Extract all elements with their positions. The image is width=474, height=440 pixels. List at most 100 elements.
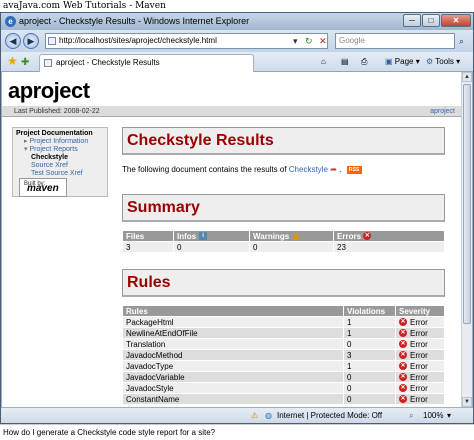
zoom-icon[interactable]: ⌕: [409, 411, 413, 421]
refresh-icon[interactable]: ↻: [305, 36, 313, 46]
error-icon: ✕: [399, 329, 407, 338]
banner-separator: - Maven: [129, 1, 166, 11]
notice-icon[interactable]: ⚠: [251, 411, 258, 421]
close-button[interactable]: ✕: [441, 14, 471, 27]
caption-bar: How do I generate a Checkstyle code styl…: [0, 424, 474, 440]
search-icon[interactable]: ⌕: [459, 36, 464, 47]
summary-errors: 23: [333, 241, 445, 253]
error-icon: ✕: [399, 384, 407, 393]
error-icon: ✕: [399, 340, 407, 349]
page-icon: [48, 37, 56, 45]
rule-name: Translation: [122, 338, 344, 350]
title-bar[interactable]: e aproject - Checkstyle Results - Window…: [1, 13, 473, 30]
table-row: PackageHtml 1 ✕ Error: [122, 316, 445, 328]
back-button[interactable]: ◀: [5, 33, 21, 49]
scroll-up-icon[interactable]: ▲: [462, 72, 472, 82]
favorites-star-icon[interactable]: ★: [7, 55, 18, 68]
tab-label: aproject - Checkstyle Results: [56, 58, 160, 67]
rule-severity: ✕ Error: [395, 316, 445, 328]
rules-header-row: Rules Violations Severity: [122, 305, 445, 317]
table-row: Translation 0 ✕ Error: [122, 338, 445, 350]
tab-bar: ★ ✚ aproject - Checkstyle Results ⌂ ▤ ⎙ …: [1, 52, 473, 72]
table-row: JavadocType 1 ✕ Error: [122, 360, 445, 372]
sidebar-item-project-information[interactable]: ▸ Project Information: [16, 138, 104, 146]
summary-header-row: Files Infos i Warnings Errors ✕: [122, 230, 445, 242]
zoom-level[interactable]: 100%: [423, 411, 443, 421]
summary-warnings: 0: [249, 241, 334, 253]
error-icon: ✕: [399, 373, 407, 382]
scroll-down-icon[interactable]: ▼: [462, 397, 472, 407]
dropdown-icon[interactable]: ▾: [293, 36, 298, 46]
url-text: http://localhost/sites/aproject/checksty…: [59, 36, 217, 45]
external-link-icon: ➦: [330, 165, 337, 174]
table-row: JavadocStyle 0 ✕ Error: [122, 382, 445, 394]
header-errors: Errors ✕: [333, 230, 445, 242]
intro-prefix: The following document contains the resu…: [122, 165, 287, 174]
page-viewport: aproject Last Published: 2008-02-22 apro…: [2, 72, 461, 407]
add-favorites-icon[interactable]: ✚: [21, 56, 29, 69]
search-input[interactable]: Google: [335, 33, 455, 49]
sidebar-item-source-xref[interactable]: Source Xref: [16, 162, 104, 170]
rule-violations: 0: [343, 371, 396, 383]
rss-icon[interactable]: RSS: [346, 165, 362, 174]
badge-maven-text: maven: [27, 183, 59, 194]
print-icon[interactable]: ⎙: [361, 56, 367, 68]
url-field[interactable]: http://localhost/sites/aproject/checksty…: [45, 33, 328, 49]
rule-violations: 0: [343, 382, 396, 394]
rule-severity: ✕ Error: [395, 382, 445, 394]
rule-violations: 1: [343, 327, 396, 339]
table-row: ConstantName 0 ✕ Error: [122, 393, 445, 405]
published-bar: Last Published: 2008-02-22 aproject: [2, 106, 461, 117]
stop-icon[interactable]: ✕: [319, 36, 327, 46]
zone-text: Internet | Protected Mode: Off: [277, 411, 383, 420]
rule-name: PackageHtml: [122, 316, 344, 328]
vertical-scrollbar[interactable]: ▲ ▼: [461, 72, 472, 407]
status-bar: ⚠ ◍ Internet | Protected Mode: Off ⌕ 100…: [1, 407, 473, 423]
tools-menu[interactable]: ⚙ Tools ▾: [426, 56, 460, 68]
rule-violations: 0: [343, 393, 396, 405]
summary-table: Files Infos i Warnings Errors ✕ 3 0 0 23: [122, 230, 445, 253]
error-icon: ✕: [399, 395, 407, 404]
sidebar-item-project-reports[interactable]: ▾ Project Reports: [16, 146, 104, 154]
rule-name: JavadocVariable: [122, 371, 344, 383]
zoom-dropdown-icon[interactable]: ▾: [447, 411, 451, 421]
rule-violations: 0: [343, 338, 396, 350]
scroll-thumb[interactable]: [463, 84, 471, 324]
maximize-button[interactable]: □: [422, 14, 440, 27]
banner-text: avaJava.com Web Tutorials: [3, 1, 127, 11]
project-link[interactable]: aproject: [430, 106, 455, 117]
table-row: JavadocMethod 3 ✕ Error: [122, 349, 445, 361]
feeds-icon[interactable]: ▤: [341, 56, 349, 68]
rule-violations: 3: [343, 349, 396, 361]
rule-name: JavadocMethod: [122, 349, 344, 361]
navigation-sidebar: Project Documentation ▸ Project Informat…: [12, 127, 108, 197]
page-menu[interactable]: ▣ Page ▾: [385, 56, 420, 68]
summary-files: 3: [122, 241, 174, 253]
built-by-maven-badge[interactable]: Built by: maven: [19, 178, 67, 197]
rule-severity: ✕ Error: [395, 338, 445, 350]
error-icon: ✕: [363, 232, 372, 241]
rule-severity: ✕ Error: [395, 393, 445, 405]
checkstyle-link[interactable]: Checkstyle: [289, 165, 328, 174]
minimize-button[interactable]: ─: [403, 14, 421, 27]
address-bar: ◀ ▶ http://localhost/sites/aproject/chec…: [1, 30, 473, 52]
rule-violations: 1: [343, 316, 396, 328]
forward-button[interactable]: ▶: [23, 33, 39, 49]
browser-window: e aproject - Checkstyle Results - Window…: [0, 12, 474, 424]
rule-name: ConstantName: [122, 393, 344, 405]
header-files: Files: [122, 230, 174, 242]
home-icon[interactable]: ⌂: [321, 56, 326, 68]
summary-title: Summary: [122, 194, 445, 222]
table-row: JavadocVariable 0 ✕ Error: [122, 371, 445, 383]
sidebar-heading: Project Documentation: [16, 130, 93, 137]
rule-name: JavadocType: [122, 360, 344, 372]
site-title: aproject: [8, 78, 90, 103]
rule-severity: ✕ Error: [395, 360, 445, 372]
sidebar-item-test-source-xref[interactable]: Test Source Xref: [16, 170, 104, 178]
rule-name: NewlineAtEndOfFile: [122, 327, 344, 339]
tab-active[interactable]: aproject - Checkstyle Results: [39, 54, 254, 72]
sidebar-item-checkstyle: Checkstyle: [31, 154, 68, 161]
warning-icon: [292, 232, 301, 241]
header-warnings: Warnings: [249, 230, 334, 242]
error-icon: ✕: [399, 351, 407, 360]
